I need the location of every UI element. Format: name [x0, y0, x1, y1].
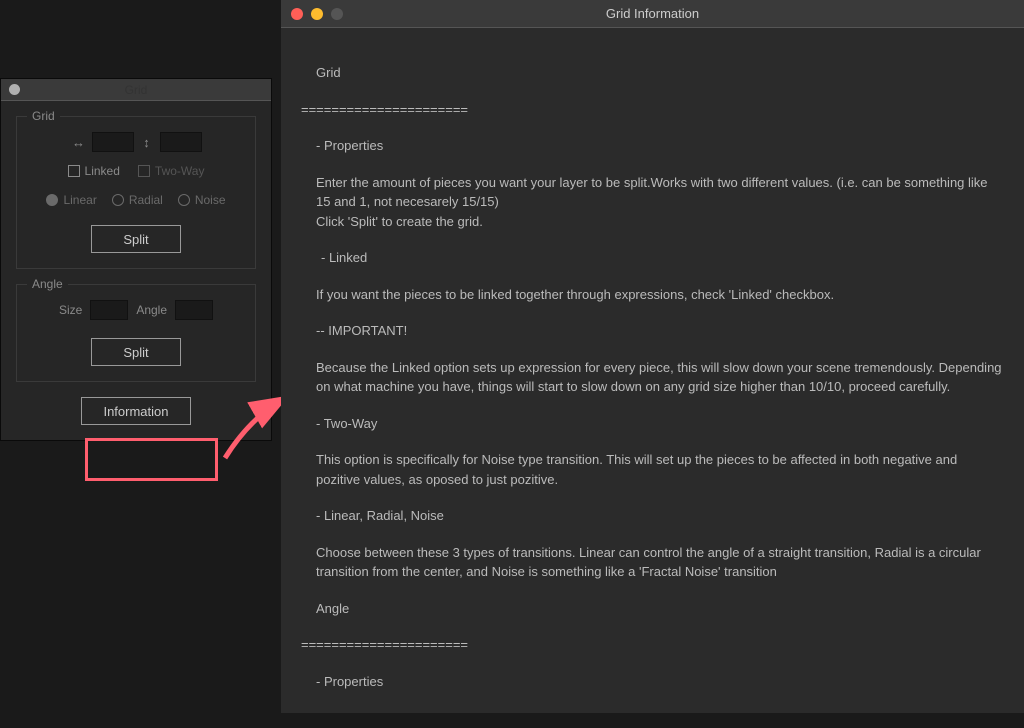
checkbox-row: Linked Two-Way	[27, 164, 245, 178]
highlight-annotation	[85, 438, 218, 481]
twoway-label: Two-Way	[155, 164, 205, 178]
info-line: This option is specifically for Noise ty…	[301, 450, 1004, 489]
info-line: Because the Linked option sets up expres…	[301, 358, 1004, 397]
information-button[interactable]: Information	[81, 397, 191, 425]
angle-legend: Angle	[27, 277, 68, 291]
horizontal-arrow-icon: ↔	[71, 135, 87, 150]
info-titlebar: Grid Information	[281, 0, 1024, 28]
noise-radio-item[interactable]: Noise	[178, 193, 226, 207]
info-line: - Two-Way	[301, 414, 1004, 434]
grid-panel-body: Grid ↔ ↕ Linked Two-Way	[1, 101, 271, 440]
width-input[interactable]	[92, 132, 134, 152]
info-divider: ======================	[301, 100, 1004, 120]
linked-checkbox-item[interactable]: Linked	[68, 164, 120, 178]
grid-panel-titlebar: Grid	[1, 79, 271, 101]
noise-label: Noise	[195, 193, 226, 207]
angle-split-button[interactable]: Split	[91, 338, 181, 366]
info-window-title: Grid Information	[281, 6, 1024, 21]
close-icon[interactable]	[9, 84, 20, 95]
info-content: Grid ====================== - Properties…	[281, 28, 1024, 728]
angle-row: Size Angle	[27, 300, 245, 320]
minimize-window-icon[interactable]	[311, 8, 323, 20]
close-window-icon[interactable]	[291, 8, 303, 20]
size-label: Size	[59, 303, 82, 317]
angle-input[interactable]	[175, 300, 213, 320]
linear-radio[interactable]	[46, 194, 58, 206]
info-line: Angle	[301, 599, 1004, 619]
radial-label: Radial	[129, 193, 163, 207]
info-divider: ======================	[301, 635, 1004, 655]
angle-label: Angle	[136, 303, 167, 317]
info-window: Grid Information Grid ==================…	[281, 0, 1024, 713]
grid-panel: Grid Grid ↔ ↕ Linked Two-Way	[0, 78, 272, 441]
info-line: Enter the amount of pieces you want your…	[301, 173, 1004, 212]
twoway-checkbox-item[interactable]: Two-Way	[138, 164, 205, 178]
radial-radio[interactable]	[112, 194, 124, 206]
linear-radio-item[interactable]: Linear	[46, 193, 96, 207]
info-line: - Linear, Radial, Noise	[301, 506, 1004, 526]
vertical-arrow-icon: ↕	[139, 135, 155, 150]
grid-legend: Grid	[27, 109, 60, 123]
info-line: If you want the pieces to be linked toge…	[301, 285, 1004, 305]
linked-label: Linked	[85, 164, 120, 178]
linear-label: Linear	[63, 193, 96, 207]
size-input[interactable]	[90, 300, 128, 320]
grid-panel-title: Grid	[1, 83, 271, 97]
maximize-window-icon[interactable]	[331, 8, 343, 20]
info-line: Choose between these 3 types of transiti…	[301, 543, 1004, 582]
angle-fieldset: Angle Size Angle Split	[16, 284, 256, 382]
radial-radio-item[interactable]: Radial	[112, 193, 163, 207]
info-line: - Linked	[301, 248, 1004, 268]
height-input[interactable]	[160, 132, 202, 152]
traffic-lights	[291, 8, 343, 20]
info-line: Grid	[301, 63, 1004, 83]
info-line: Click 'Split' to create the grid.	[301, 212, 1004, 232]
info-line: - Properties	[301, 672, 1004, 692]
radio-row: Linear Radial Noise	[27, 193, 245, 207]
grid-split-button[interactable]: Split	[91, 225, 181, 253]
twoway-checkbox[interactable]	[138, 165, 150, 177]
dimensions-row: ↔ ↕	[27, 132, 245, 152]
linked-checkbox[interactable]	[68, 165, 80, 177]
noise-radio[interactable]	[178, 194, 190, 206]
info-line: - Properties	[301, 136, 1004, 156]
grid-fieldset: Grid ↔ ↕ Linked Two-Way	[16, 116, 256, 269]
info-line: -- IMPORTANT!	[301, 321, 1004, 341]
